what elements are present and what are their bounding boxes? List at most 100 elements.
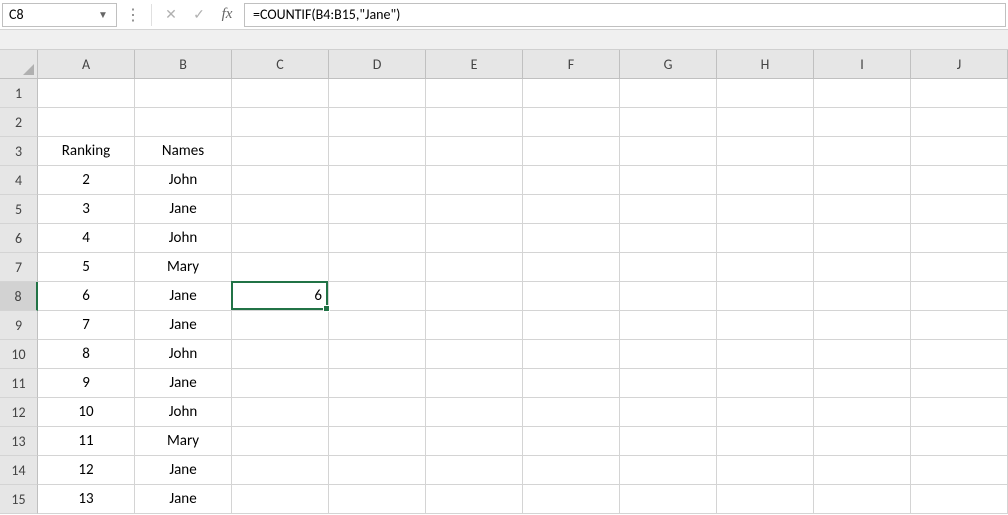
cell-E6[interactable]	[426, 224, 523, 253]
row-header-6[interactable]: 6	[0, 224, 38, 253]
cell-I3[interactable]	[814, 137, 911, 166]
insert-function-button[interactable]: fx	[214, 3, 240, 27]
cell-C14[interactable]	[232, 456, 329, 485]
cell-G15[interactable]	[620, 485, 717, 514]
cell-A14[interactable]: 12	[38, 456, 135, 485]
cell-D5[interactable]	[329, 195, 426, 224]
cell-D13[interactable]	[329, 427, 426, 456]
cell-E12[interactable]	[426, 398, 523, 427]
col-header-F[interactable]: F	[523, 50, 620, 79]
cell-A8[interactable]: 6	[38, 282, 135, 311]
row-header-11[interactable]: 11	[0, 369, 38, 398]
cell-H4[interactable]	[717, 166, 814, 195]
cell-H2[interactable]	[717, 108, 814, 137]
cell-H10[interactable]	[717, 340, 814, 369]
row-header-1[interactable]: 1	[0, 79, 38, 108]
cell-C15[interactable]	[232, 485, 329, 514]
select-all-corner[interactable]	[0, 50, 38, 79]
cell-H6[interactable]	[717, 224, 814, 253]
cell-D11[interactable]	[329, 369, 426, 398]
cell-J3[interactable]	[911, 137, 1008, 166]
cell-H11[interactable]	[717, 369, 814, 398]
cell-C12[interactable]	[232, 398, 329, 427]
cell-H9[interactable]	[717, 311, 814, 340]
cell-C6[interactable]	[232, 224, 329, 253]
cell-E1[interactable]	[426, 79, 523, 108]
cell-A2[interactable]	[38, 108, 135, 137]
cell-F12[interactable]	[523, 398, 620, 427]
row-header-12[interactable]: 12	[0, 398, 38, 427]
cell-A12[interactable]: 10	[38, 398, 135, 427]
cell-J2[interactable]	[911, 108, 1008, 137]
cell-G11[interactable]	[620, 369, 717, 398]
cell-H14[interactable]	[717, 456, 814, 485]
cell-H5[interactable]	[717, 195, 814, 224]
cell-D12[interactable]	[329, 398, 426, 427]
formula-input[interactable]: =COUNTIF(B4:B15,"Jane")	[244, 3, 1006, 27]
cell-B15[interactable]: Jane	[135, 485, 232, 514]
cell-B6[interactable]: John	[135, 224, 232, 253]
col-header-J[interactable]: J	[911, 50, 1008, 79]
cell-I5[interactable]	[814, 195, 911, 224]
cell-G12[interactable]	[620, 398, 717, 427]
cell-C8[interactable]: 6	[232, 282, 329, 311]
cell-H13[interactable]	[717, 427, 814, 456]
col-header-C[interactable]: C	[232, 50, 329, 79]
cell-B7[interactable]: Mary	[135, 253, 232, 282]
cell-I13[interactable]	[814, 427, 911, 456]
cell-B2[interactable]	[135, 108, 232, 137]
cell-B8[interactable]: Jane	[135, 282, 232, 311]
cell-I11[interactable]	[814, 369, 911, 398]
cell-J12[interactable]	[911, 398, 1008, 427]
cell-F6[interactable]	[523, 224, 620, 253]
cell-J10[interactable]	[911, 340, 1008, 369]
cell-I6[interactable]	[814, 224, 911, 253]
cell-J1[interactable]	[911, 79, 1008, 108]
cell-E9[interactable]	[426, 311, 523, 340]
cell-F5[interactable]	[523, 195, 620, 224]
cell-D1[interactable]	[329, 79, 426, 108]
cell-E7[interactable]	[426, 253, 523, 282]
cell-A10[interactable]: 8	[38, 340, 135, 369]
cell-D3[interactable]	[329, 137, 426, 166]
col-header-I[interactable]: I	[814, 50, 911, 79]
cell-E8[interactable]	[426, 282, 523, 311]
cell-G7[interactable]	[620, 253, 717, 282]
cell-B12[interactable]: John	[135, 398, 232, 427]
cell-G13[interactable]	[620, 427, 717, 456]
cell-G9[interactable]	[620, 311, 717, 340]
cell-B10[interactable]: John	[135, 340, 232, 369]
cell-D8[interactable]	[329, 282, 426, 311]
cell-D7[interactable]	[329, 253, 426, 282]
cell-F15[interactable]	[523, 485, 620, 514]
name-box-dropdown-icon[interactable]: ▼	[96, 8, 110, 21]
cell-A6[interactable]: 4	[38, 224, 135, 253]
cell-C1[interactable]	[232, 79, 329, 108]
cell-J4[interactable]	[911, 166, 1008, 195]
cell-F4[interactable]	[523, 166, 620, 195]
spreadsheet-grid[interactable]: A B C D E F G H I J 1 2 3 Rank	[0, 50, 1008, 514]
row-header-5[interactable]: 5	[0, 195, 38, 224]
cell-H15[interactable]	[717, 485, 814, 514]
name-box[interactable]: C8 ▼	[2, 3, 117, 27]
cell-B14[interactable]: Jane	[135, 456, 232, 485]
cell-G14[interactable]	[620, 456, 717, 485]
cell-C11[interactable]	[232, 369, 329, 398]
cell-E13[interactable]	[426, 427, 523, 456]
cell-G1[interactable]	[620, 79, 717, 108]
cell-G6[interactable]	[620, 224, 717, 253]
cell-I4[interactable]	[814, 166, 911, 195]
cell-A4[interactable]: 2	[38, 166, 135, 195]
cell-I9[interactable]	[814, 311, 911, 340]
cell-J9[interactable]	[911, 311, 1008, 340]
cell-A15[interactable]: 13	[38, 485, 135, 514]
cell-I8[interactable]	[814, 282, 911, 311]
cell-F7[interactable]	[523, 253, 620, 282]
formula-bar-options-icon[interactable]: ⋮	[119, 3, 145, 27]
cell-I15[interactable]	[814, 485, 911, 514]
cell-F1[interactable]	[523, 79, 620, 108]
cell-C5[interactable]	[232, 195, 329, 224]
cell-H7[interactable]	[717, 253, 814, 282]
cell-G3[interactable]	[620, 137, 717, 166]
cell-F2[interactable]	[523, 108, 620, 137]
